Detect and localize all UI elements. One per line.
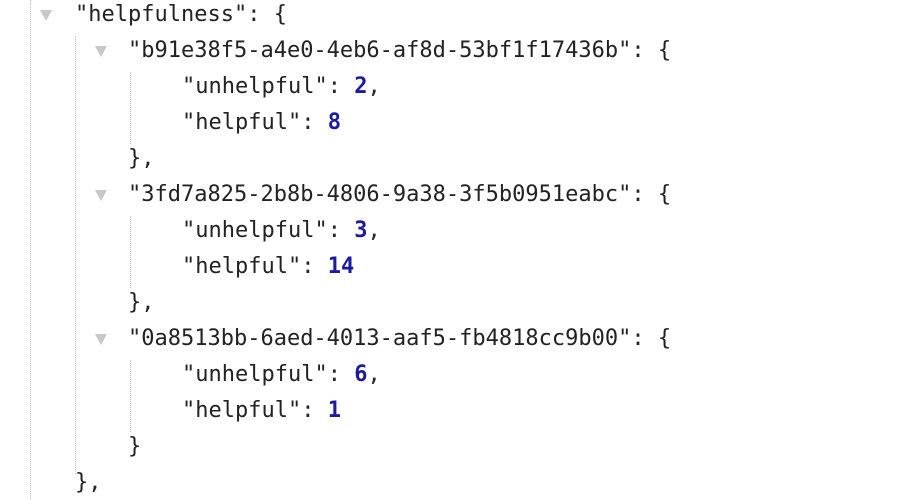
json-field-key: helpful <box>195 398 288 423</box>
json-number-value: 6 <box>354 362 368 387</box>
json-field-key: helpful <box>195 254 288 279</box>
json-key-line: "helpfulness": { <box>75 2 287 27</box>
json-number-value: 14 <box>327 254 355 279</box>
json-field-line: "unhelpful": 6, <box>182 362 381 387</box>
json-field-line: "helpful": 1 <box>182 398 341 423</box>
indent-guide-entry-2 <box>130 360 131 432</box>
triangle-down-icon[interactable] <box>95 46 107 57</box>
indent-guide-entry-0 <box>130 72 131 144</box>
json-field-line: "unhelpful": 3, <box>182 218 381 243</box>
json-field-key: unhelpful <box>195 218 315 243</box>
json-close-brace: }, <box>128 146 155 171</box>
json-number-value: 3 <box>354 218 368 243</box>
json-object-key-line: "b91e38f5-a4e0-4eb6-af8d-53bf1f17436b": … <box>128 38 672 63</box>
json-object-id: b91e38f5-a4e0-4eb6-af8d-53bf1f17436b <box>141 38 619 63</box>
json-field-line: "helpful": 14 <box>182 254 355 279</box>
triangle-down-icon[interactable] <box>95 190 107 201</box>
indent-guide-root <box>30 0 31 500</box>
json-field-key: helpful <box>195 110 288 135</box>
json-key-helpfulness: helpfulness <box>88 2 234 27</box>
json-field-line: "helpful": 8 <box>182 110 341 135</box>
triangle-down-icon[interactable] <box>95 334 107 345</box>
json-field-key: unhelpful <box>195 74 315 99</box>
indent-guide-helpfulness <box>75 36 76 474</box>
json-number-value: 8 <box>327 110 341 135</box>
json-field-key: unhelpful <box>195 362 315 387</box>
json-number-value: 2 <box>354 74 368 99</box>
json-object-key-line: "3fd7a825-2b8b-4806-9a38-3f5b0951eabc": … <box>128 182 672 207</box>
json-object-key-line: "0a8513bb-6aed-4013-aaf5-fb4818cc9b00": … <box>128 326 672 351</box>
indent-guide-entry-1 <box>130 216 131 288</box>
json-number-value: 1 <box>327 398 341 423</box>
json-field-line: "unhelpful": 2, <box>182 74 381 99</box>
triangle-down-icon[interactable] <box>40 10 52 21</box>
json-object-id: 0a8513bb-6aed-4013-aaf5-fb4818cc9b00 <box>141 326 619 351</box>
json-close-brace: }, <box>128 290 155 315</box>
json-close-brace: }, <box>75 470 102 495</box>
json-close-brace: } <box>128 434 142 459</box>
json-object-id: 3fd7a825-2b8b-4806-9a38-3f5b0951eabc <box>141 182 619 207</box>
